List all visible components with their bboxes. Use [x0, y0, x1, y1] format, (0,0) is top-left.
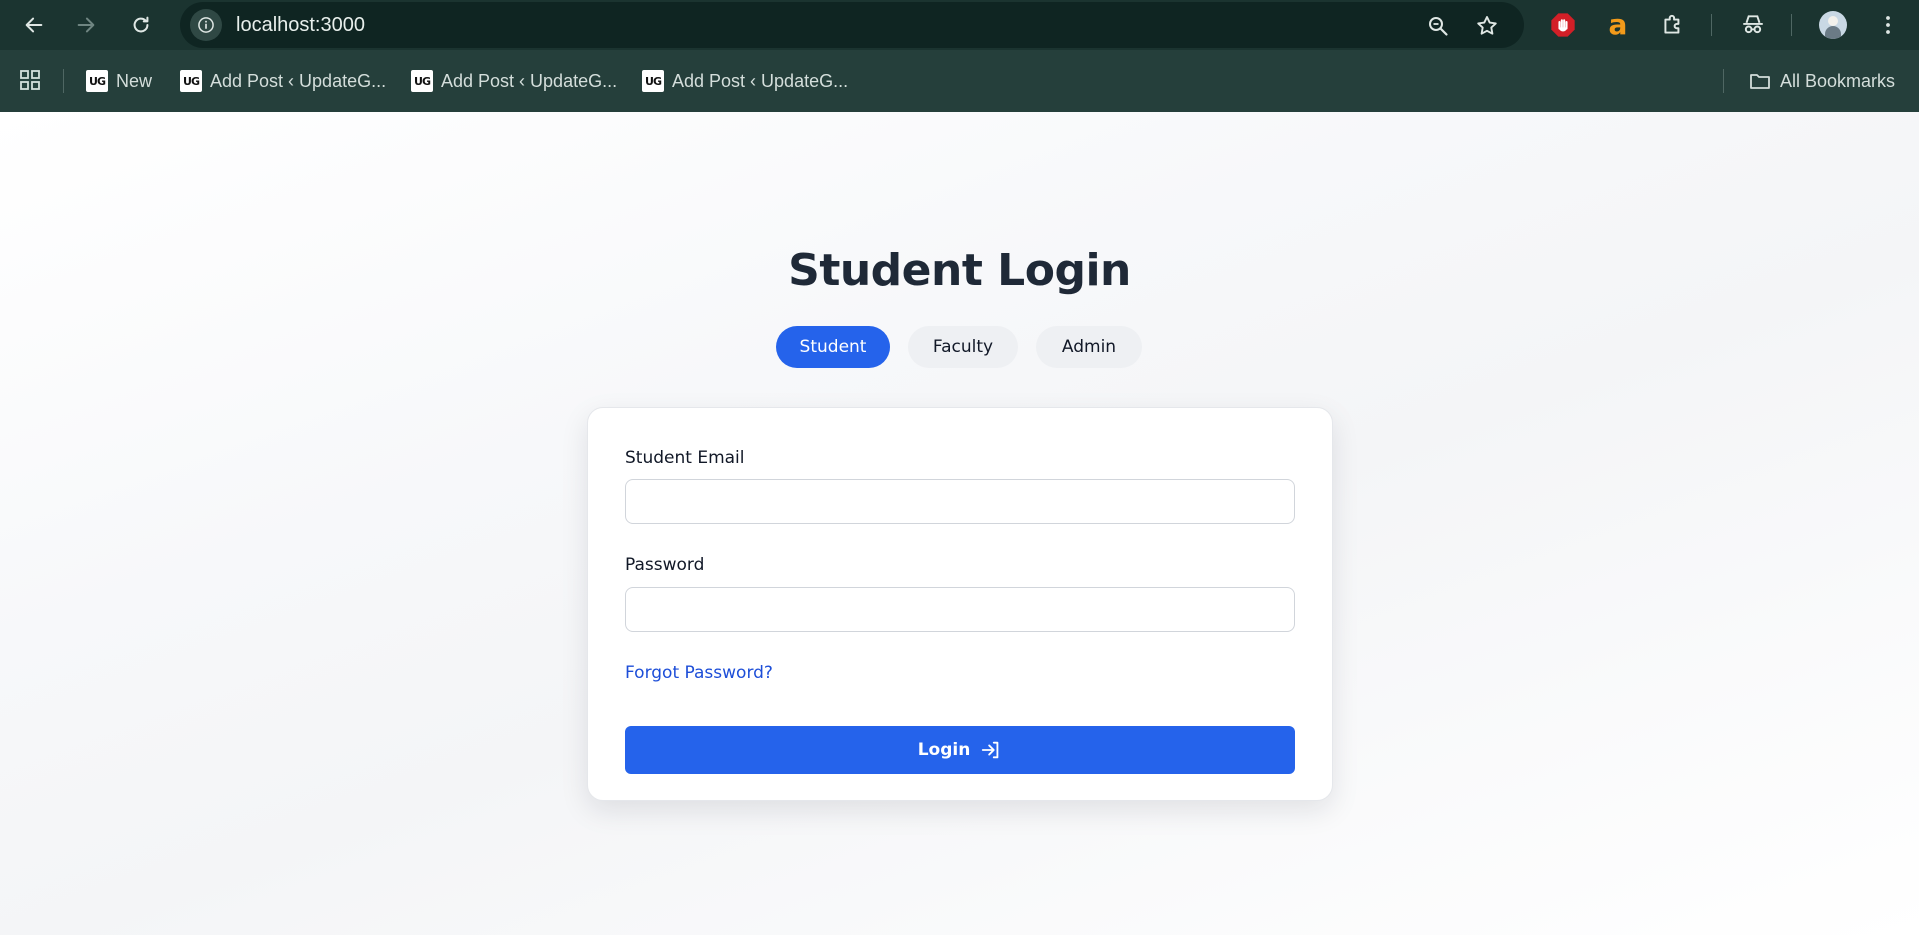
- arrow-left-icon: [25, 17, 43, 33]
- page-content: Student Login Student Faculty Admin Stud…: [0, 112, 1919, 935]
- login-button[interactable]: Login: [625, 726, 1295, 774]
- role-tab-faculty[interactable]: Faculty: [908, 326, 1018, 368]
- page-title: Student Login: [788, 245, 1131, 296]
- puzzle-icon: [1664, 14, 1680, 34]
- ug-logo-icon: UG: [411, 70, 433, 92]
- ug-logo-icon: UG: [642, 70, 664, 92]
- stop-hand-icon: [1551, 13, 1575, 37]
- adblock-extension-button[interactable]: [1548, 10, 1578, 40]
- forward-button[interactable]: [70, 9, 102, 41]
- address-bar[interactable]: localhost:3000: [180, 2, 1524, 48]
- email-field[interactable]: [625, 479, 1295, 524]
- all-bookmarks-button[interactable]: All Bookmarks: [1748, 67, 1895, 95]
- role-tab-student[interactable]: Student: [776, 326, 890, 368]
- back-button[interactable]: [18, 9, 50, 41]
- bookmark-item[interactable]: UG Add Post ‹ UpdateG...: [180, 67, 386, 95]
- bookmark-item[interactable]: UG Add Post ‹ UpdateG...: [642, 67, 848, 95]
- toolbar-divider: [1791, 14, 1792, 36]
- bookmarks-divider: [63, 69, 64, 93]
- star-icon: [1477, 16, 1497, 35]
- bookmark-item[interactable]: UG Add Post ‹ UpdateG...: [411, 67, 617, 95]
- password-label: Password: [625, 555, 705, 575]
- amazon-extension-button[interactable]: a: [1603, 10, 1633, 40]
- folder-icon: [1750, 74, 1770, 89]
- zoom-button[interactable]: [1425, 13, 1451, 39]
- login-card: Student Email Password Forgot Password? …: [587, 407, 1333, 801]
- bookmark-star-button[interactable]: [1474, 13, 1500, 39]
- incognito-button[interactable]: [1738, 10, 1768, 40]
- apps-grid-icon: [20, 70, 40, 90]
- bookmark-label: Add Post ‹ UpdateG...: [441, 70, 618, 91]
- forgot-password-link[interactable]: Forgot Password?: [625, 663, 773, 683]
- url-text[interactable]: localhost:3000: [236, 14, 365, 37]
- bookmark-item[interactable]: UG New: [86, 67, 152, 95]
- role-tab-admin[interactable]: Admin: [1036, 326, 1142, 368]
- reload-button[interactable]: [125, 9, 157, 41]
- avatar: [1819, 11, 1847, 39]
- email-label: Student Email: [625, 448, 745, 468]
- incognito-icon: [1743, 15, 1763, 34]
- toolbar-divider: [1711, 14, 1712, 36]
- browser-toolbar: localhost:3000 a: [0, 0, 1919, 50]
- bookmark-label: New: [116, 70, 153, 91]
- kebab-menu-icon: [1886, 16, 1890, 34]
- zoom-icon: [1429, 17, 1448, 36]
- amazon-a-icon: a: [1608, 8, 1628, 41]
- bookmark-label: Add Post ‹ UpdateG...: [672, 70, 849, 91]
- chrome-menu-button[interactable]: [1873, 10, 1903, 40]
- role-selector: Student Faculty Admin: [776, 326, 1142, 368]
- ug-logo-icon: UG: [86, 70, 108, 92]
- sign-in-icon: [982, 741, 999, 759]
- apps-grid-button[interactable]: [18, 68, 42, 96]
- site-info-icon[interactable]: [190, 9, 222, 41]
- login-button-label: Login: [917, 740, 971, 760]
- all-bookmarks-label: All Bookmarks: [1780, 70, 1896, 91]
- bookmarks-divider: [1723, 69, 1724, 93]
- arrow-right-icon: [77, 17, 95, 33]
- ug-logo-icon: UG: [180, 70, 202, 92]
- bookmark-label: Add Post ‹ UpdateG...: [210, 70, 387, 91]
- reload-icon: [133, 16, 149, 33]
- password-field[interactable]: [625, 587, 1295, 632]
- profile-avatar-button[interactable]: [1818, 10, 1848, 40]
- extensions-button[interactable]: [1658, 10, 1688, 40]
